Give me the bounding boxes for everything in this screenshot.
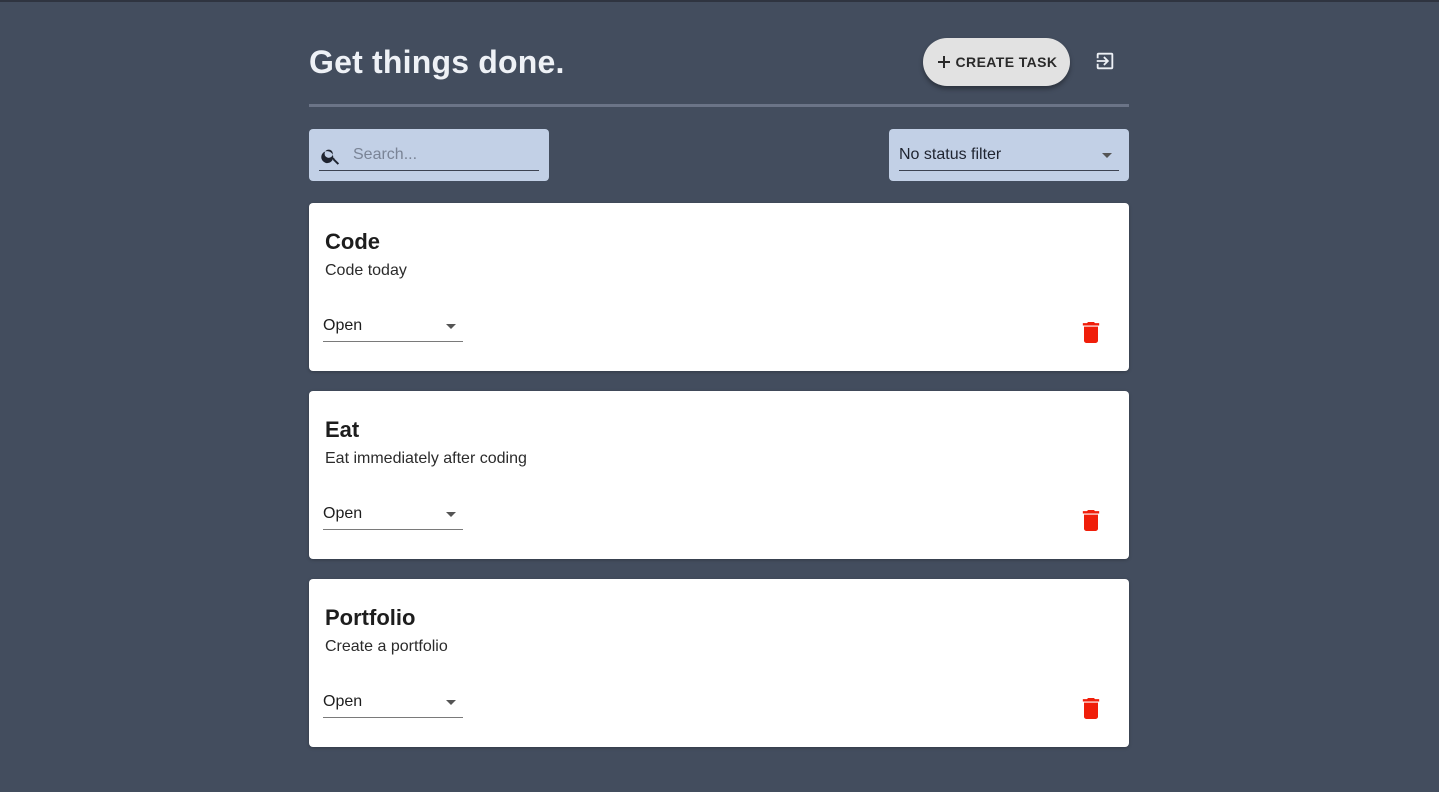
task-status-select[interactable]: Open [323,503,463,530]
search-input[interactable] [351,143,535,167]
dropdown-arrow-icon [446,324,456,329]
task-description: Code today [325,262,407,279]
logout-button[interactable] [1091,49,1119,77]
filter-underline [899,170,1119,171]
status-filter-select[interactable]: No status filter [889,129,1129,181]
dropdown-arrow-icon [446,512,456,517]
task-status-value: Open [323,505,363,522]
trash-icon [1082,510,1100,535]
app-container: Get things done. CREATE TASK No [309,0,1129,767]
task-list: Code Code today Open Eat Eat immediately… [309,203,1129,747]
delete-task-button[interactable] [1082,322,1100,343]
task-title: Eat [325,417,360,442]
trash-icon [1082,698,1100,723]
task-description: Eat immediately after coding [325,450,527,467]
search-icon [320,145,342,172]
status-filter-value: No status filter [899,146,1002,163]
task-card: Code Code today Open [309,203,1129,371]
dropdown-arrow-icon [446,700,456,705]
delete-task-button[interactable] [1082,510,1100,531]
dropdown-arrow-icon [1102,153,1112,158]
delete-task-button[interactable] [1082,698,1100,719]
create-task-button[interactable]: CREATE TASK [923,38,1070,86]
task-title: Code [325,229,380,254]
task-status-value: Open [323,317,363,334]
create-task-label: CREATE TASK [955,54,1058,70]
trash-icon [1082,322,1100,347]
toolbar: No status filter [309,107,1129,203]
plus-icon [936,54,952,70]
task-description: Create a portfolio [325,638,448,655]
task-title: Portfolio [325,605,416,630]
task-card: Eat Eat immediately after coding Open [309,391,1129,559]
page-title: Get things done. [309,44,565,80]
page-header: Get things done. CREATE TASK [309,0,1129,107]
task-status-value: Open [323,693,363,710]
logout-icon [1094,50,1116,77]
task-status-select[interactable]: Open [323,691,463,718]
search-underline [319,170,539,171]
search-field[interactable] [309,129,549,181]
task-card: Portfolio Create a portfolio Open [309,579,1129,747]
task-status-select[interactable]: Open [323,315,463,342]
